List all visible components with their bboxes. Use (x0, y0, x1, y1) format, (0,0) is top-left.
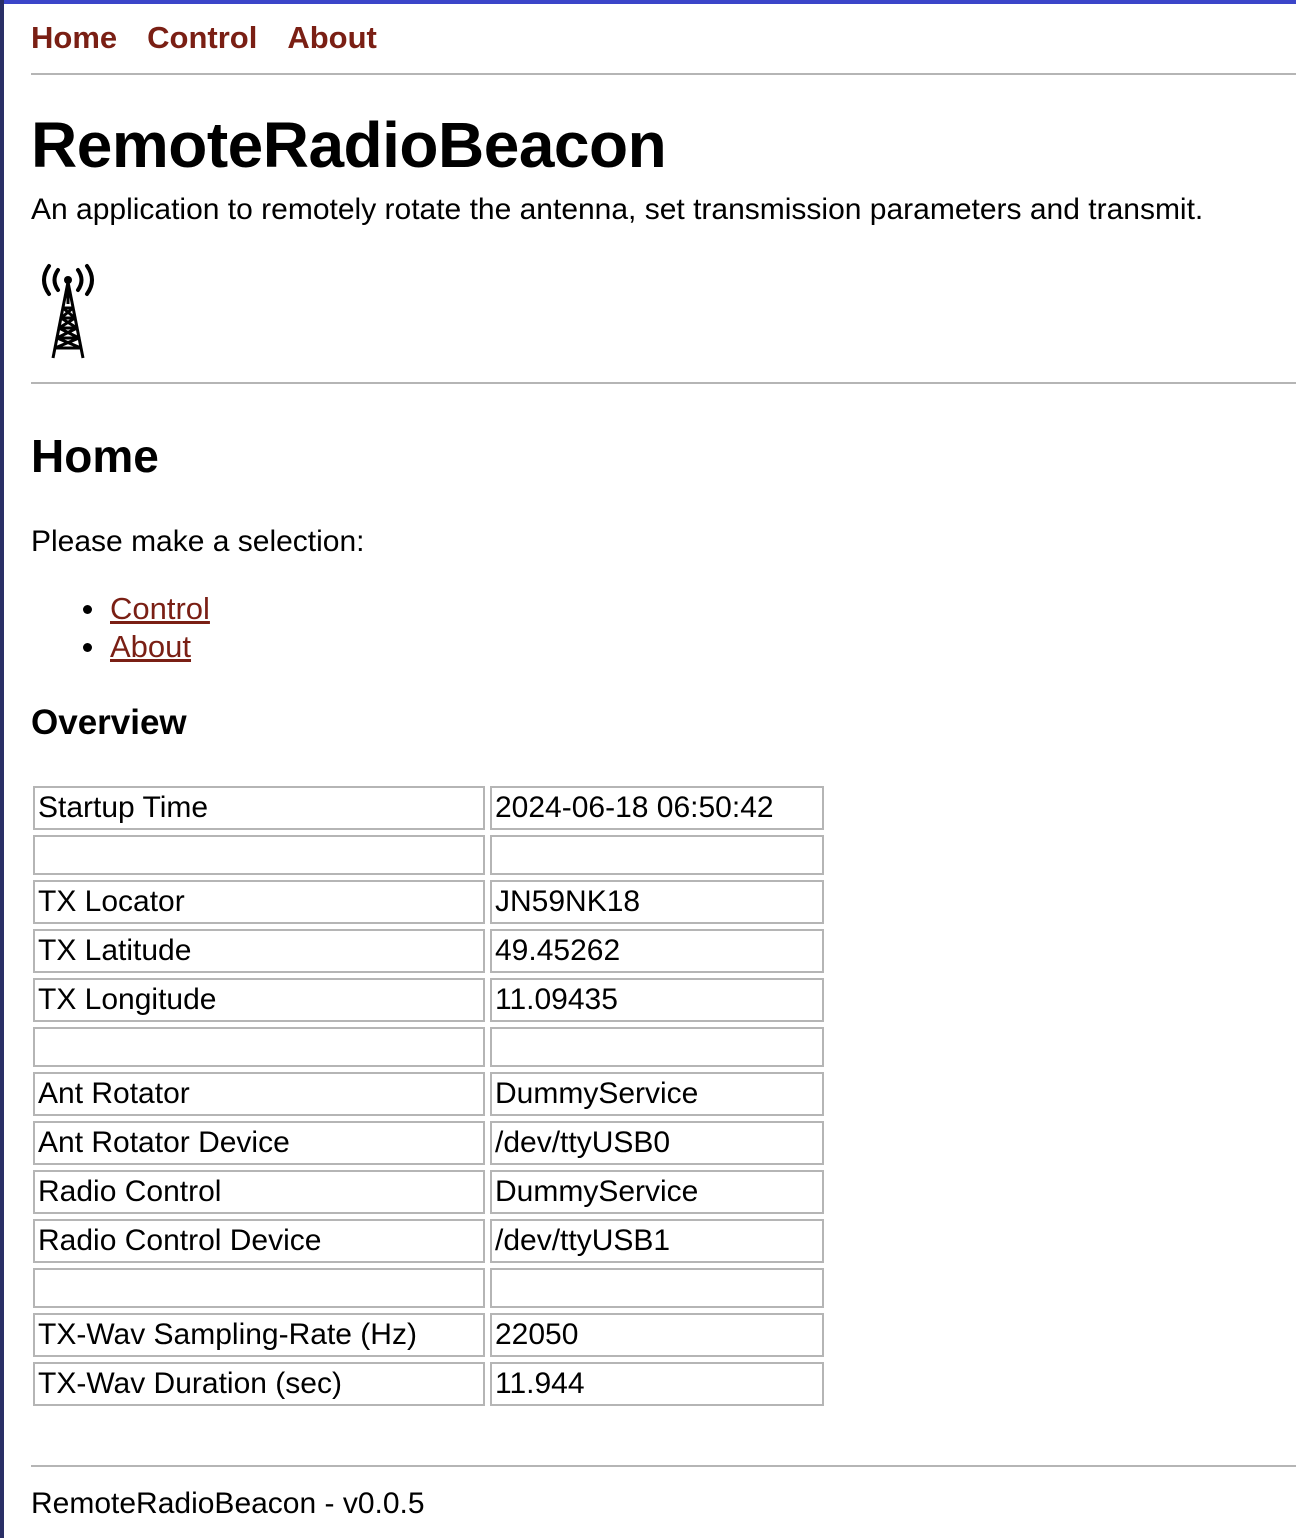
table-key: Radio Control Device (33, 1219, 485, 1263)
selection-list: Control About (31, 590, 210, 666)
table-row: Ant Rotator Device/dev/ttyUSB0 (33, 1121, 824, 1165)
table-row: TX-Wav Sampling-Rate (Hz) 22050 (33, 1313, 824, 1357)
table-key (33, 1268, 485, 1308)
table-value (490, 1268, 824, 1308)
control-link[interactable]: Control (110, 591, 210, 626)
table-key: Radio Control (33, 1170, 485, 1214)
nav-about-link[interactable]: About (287, 18, 377, 62)
divider (31, 1465, 1296, 1467)
table-value: /dev/ttyUSB0 (490, 1121, 824, 1165)
bullet-icon (83, 605, 92, 614)
table-value (490, 835, 824, 875)
table-row: Radio Control DummyService (33, 1170, 824, 1214)
table-key: TX-Wav Sampling-Rate (Hz) (33, 1313, 485, 1357)
table-value (490, 1027, 824, 1067)
overview-table: Startup Time 2024-06-18 06:50:42 TX Locat… (28, 781, 829, 1411)
table-row: Ant Rotator DummyService (33, 1072, 824, 1116)
table-key: TX Locator (33, 880, 485, 924)
table-key (33, 1027, 485, 1067)
table-value: /dev/ttyUSB1 (490, 1219, 824, 1263)
window-top-border (0, 0, 1296, 4)
footer-version: RemoteRadioBeacon - v0.0.5 (31, 1487, 425, 1520)
list-item: About (31, 628, 210, 666)
table-value: JN59NK18 (490, 880, 824, 924)
table-row: TX-Wav Duration (sec) 11.944 (33, 1362, 824, 1406)
radio-tower-icon (42, 264, 94, 359)
table-row (33, 1027, 824, 1067)
nav-control-link[interactable]: Control (147, 18, 257, 62)
table-row: TX Locator JN59NK18 (33, 880, 824, 924)
table-key: TX Latitude (33, 929, 485, 973)
table-key: TX Longitude (33, 978, 485, 1022)
table-key: TX-Wav Duration (sec) (33, 1362, 485, 1406)
table-value: DummyService (490, 1170, 824, 1214)
table-key: Startup Time (33, 786, 485, 830)
top-nav: Home Control About (31, 18, 377, 62)
table-row: Radio Control Device/dev/ttyUSB1 (33, 1219, 824, 1263)
table-row (33, 835, 824, 875)
table-key (33, 835, 485, 875)
table-value: 2024-06-18 06:50:42 (490, 786, 824, 830)
divider (31, 73, 1296, 75)
list-item: Control (31, 590, 210, 628)
page-subtitle: An application to remotely rotate the an… (31, 193, 1204, 226)
table-value: DummyService (490, 1072, 824, 1116)
page-title: RemoteRadioBeacon (31, 109, 667, 181)
table-value: 11.944 (490, 1362, 824, 1406)
table-row: Startup Time 2024-06-18 06:50:42 (33, 786, 824, 830)
table-value: 11.09435 (490, 978, 824, 1022)
window-left-border (0, 0, 4, 1538)
overview-heading: Overview (31, 703, 187, 742)
nav-home-link[interactable]: Home (31, 18, 117, 62)
table-key: Ant Rotator (33, 1072, 485, 1116)
bullet-icon (83, 643, 92, 652)
table-row: TX Longitude 11.09435 (33, 978, 824, 1022)
table-value: 22050 (490, 1313, 824, 1357)
divider (31, 382, 1296, 384)
table-value: 49.45262 (490, 929, 824, 973)
section-heading: Home (31, 430, 159, 482)
table-key: Ant Rotator Device (33, 1121, 485, 1165)
table-row (33, 1268, 824, 1308)
selection-prompt: Please make a selection: (31, 525, 365, 558)
about-link[interactable]: About (110, 629, 191, 664)
table-row: TX Latitude 49.45262 (33, 929, 824, 973)
